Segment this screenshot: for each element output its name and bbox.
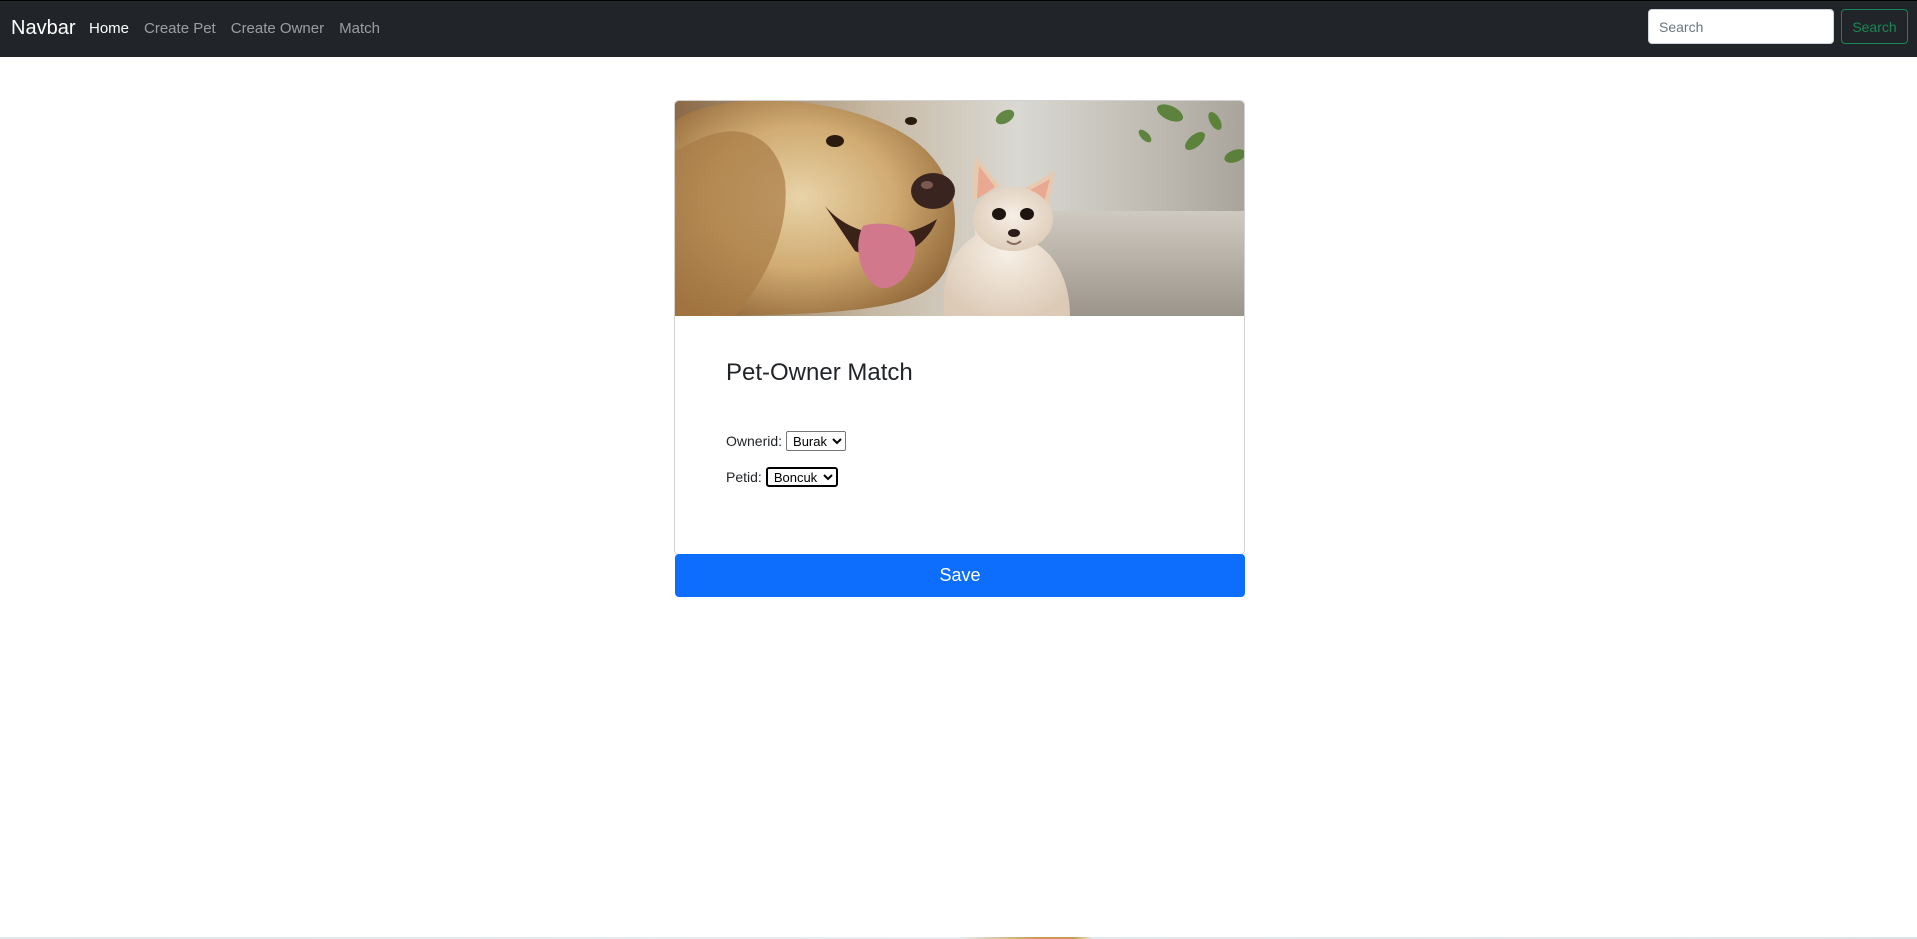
nav-link-create-pet[interactable]: Create Pet <box>144 20 216 37</box>
search-input[interactable] <box>1648 9 1834 44</box>
card-title: Pet-Owner Match <box>726 359 913 386</box>
owner-select[interactable]: Burak <box>786 431 847 451</box>
dog-and-chihuahua-photo <box>675 101 1244 316</box>
navbar-brand[interactable]: Navbar <box>11 17 75 40</box>
match-card: Pet-Owner Match Ownerid: Burak Petid: Bo… <box>674 100 1245 555</box>
pet-label: Petid: <box>726 469 762 485</box>
nav-link-create-owner[interactable]: Create Owner <box>231 20 324 37</box>
pet-field: Petid: Boncuk <box>726 467 838 487</box>
owner-field: Ownerid: Burak <box>726 431 847 451</box>
nav-link-home[interactable]: Home <box>89 20 129 37</box>
nav-link-match[interactable]: Match <box>339 20 380 37</box>
top-navbar: Navbar Home Create Pet Create Owner Matc… <box>0 0 1917 57</box>
search-button[interactable]: Search <box>1841 9 1908 44</box>
save-button[interactable]: Save <box>675 554 1245 597</box>
owner-label: Ownerid: <box>726 433 783 449</box>
nav-links: Home Create Pet Create Owner Match <box>89 20 395 37</box>
pet-select[interactable]: Boncuk <box>765 467 838 487</box>
